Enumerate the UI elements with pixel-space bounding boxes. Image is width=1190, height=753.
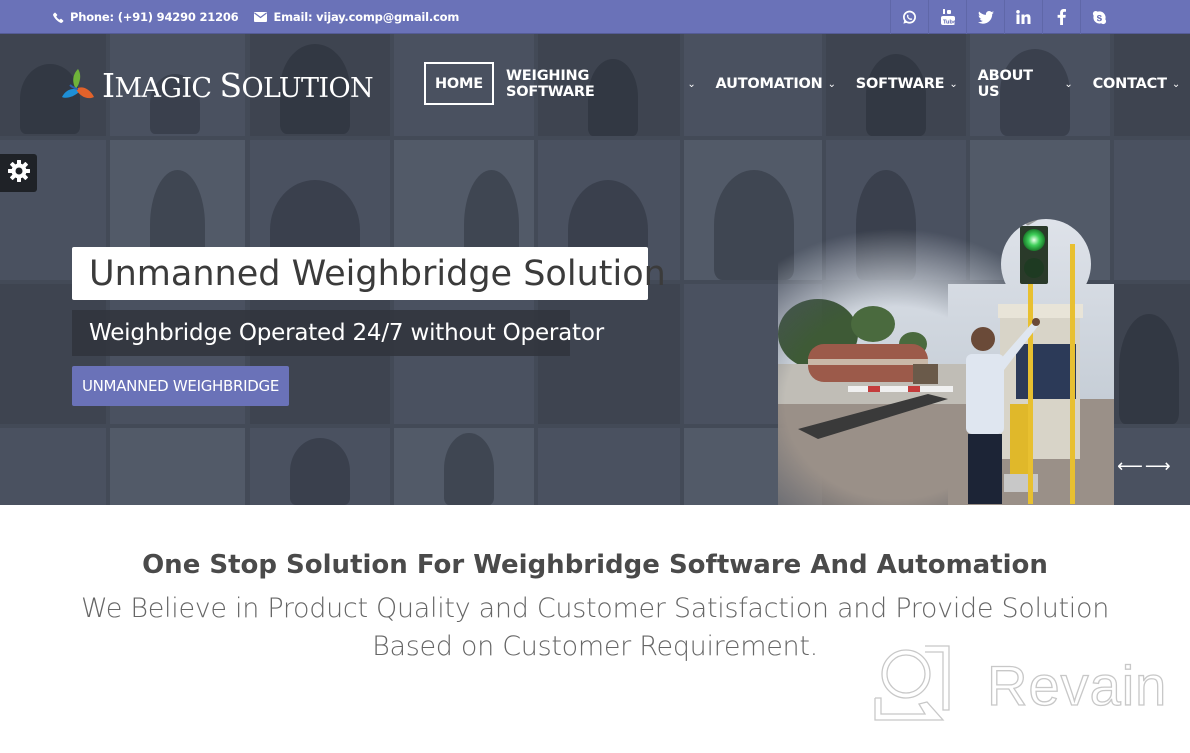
main-nav: HOME WEIGHING SOFTWARE ⌄ AUTOMATION ⌄ SO…: [424, 62, 1190, 105]
youtube-icon: Tube: [940, 9, 955, 26]
nav-contact-label: CONTACT: [1092, 75, 1167, 92]
unmanned-weighbridge-button[interactable]: UNMANNED WEIGHBRIDGE: [72, 366, 289, 406]
nav-software-label: SOFTWARE: [855, 75, 945, 92]
slider-nav-arrows: ⟵ ⟶: [1117, 456, 1171, 477]
revain-logo-icon: [873, 644, 951, 726]
settings-toggle-button[interactable]: [0, 154, 37, 192]
revain-wordmark: Revain: [986, 653, 1168, 717]
social-links: Tube: [890, 0, 1118, 34]
nav-about-us[interactable]: ABOUT US ⌄: [968, 62, 1083, 105]
nav-about-us-label: ABOUT US: [977, 67, 1033, 100]
chevron-down-icon: ⌄: [1064, 79, 1073, 90]
nav-software[interactable]: SOFTWARE ⌄: [846, 62, 968, 105]
nav-weighing-software-label: WEIGHING SOFTWARE: [506, 67, 595, 100]
nav-automation[interactable]: AUTOMATION ⌄: [706, 62, 846, 105]
chevron-down-icon: ⌄: [687, 79, 696, 90]
phone-contact[interactable]: Phone: (+91) 94290 21206: [53, 10, 239, 24]
chevron-down-icon: ⌄: [949, 79, 958, 90]
slide-photo-unmanned-weighbridge: [778, 210, 1114, 505]
nav-weighing-software[interactable]: WEIGHING SOFTWARE ⌄: [496, 62, 706, 105]
site-header: IMAGIC SOLUTION HOME WEIGHING SOFTWARE ⌄…: [0, 34, 1190, 136]
nav-automation-label: AUTOMATION: [715, 75, 823, 92]
nav-home[interactable]: HOME: [424, 62, 494, 105]
top-bar: Phone: (+91) 94290 21206 Email: vijay.co…: [0, 0, 1190, 34]
svg-text:Tube: Tube: [943, 20, 955, 26]
linkedin-icon: [1016, 10, 1031, 24]
twitter-link[interactable]: [966, 0, 1004, 34]
hero-slider: IMAGIC SOLUTION HOME WEIGHING SOFTWARE ⌄…: [0, 34, 1190, 505]
brand-logo[interactable]: IMAGIC SOLUTION: [60, 66, 374, 105]
linkedin-link[interactable]: [1004, 0, 1042, 34]
facebook-icon: [1057, 9, 1066, 25]
chevron-down-icon: ⌄: [827, 79, 836, 90]
envelope-icon: [254, 12, 268, 22]
email-contact[interactable]: Email: vijay.comp@gmail.com: [254, 10, 459, 24]
chevron-down-icon: ⌄: [1171, 79, 1180, 90]
brand-name: IMAGIC SOLUTION: [102, 66, 374, 105]
whatsapp-link[interactable]: [890, 0, 928, 34]
email-label: Email: vijay.comp@gmail.com: [273, 10, 460, 24]
slide-title: Unmanned Weighbridge Solution: [72, 247, 666, 300]
contact-info: Phone: (+91) 94290 21206 Email: vijay.co…: [53, 0, 459, 34]
skype-link[interactable]: [1080, 0, 1118, 34]
logo-triquetra-icon: [60, 67, 96, 105]
intro-heading: One Stop Solution For Weighbridge Softwa…: [142, 550, 1048, 580]
revain-watermark: Revain: [873, 644, 1167, 726]
twitter-icon: [977, 10, 994, 24]
nav-home-label: HOME: [435, 75, 483, 92]
gear-icon: [7, 159, 31, 187]
arrow-right-icon[interactable]: ⟶: [1145, 456, 1171, 477]
youtube-link[interactable]: Tube: [928, 0, 966, 34]
slide-subtitle: Weighbridge Operated 24/7 without Operat…: [72, 310, 604, 356]
skype-icon: [1092, 10, 1107, 25]
phone-label: Phone: (+91) 94290 21206: [70, 10, 239, 24]
whatsapp-icon: [902, 10, 917, 25]
nav-contact[interactable]: CONTACT ⌄: [1083, 62, 1190, 105]
arrow-left-icon[interactable]: ⟵: [1117, 456, 1143, 477]
phone-icon: [53, 12, 64, 23]
facebook-link[interactable]: [1042, 0, 1080, 34]
